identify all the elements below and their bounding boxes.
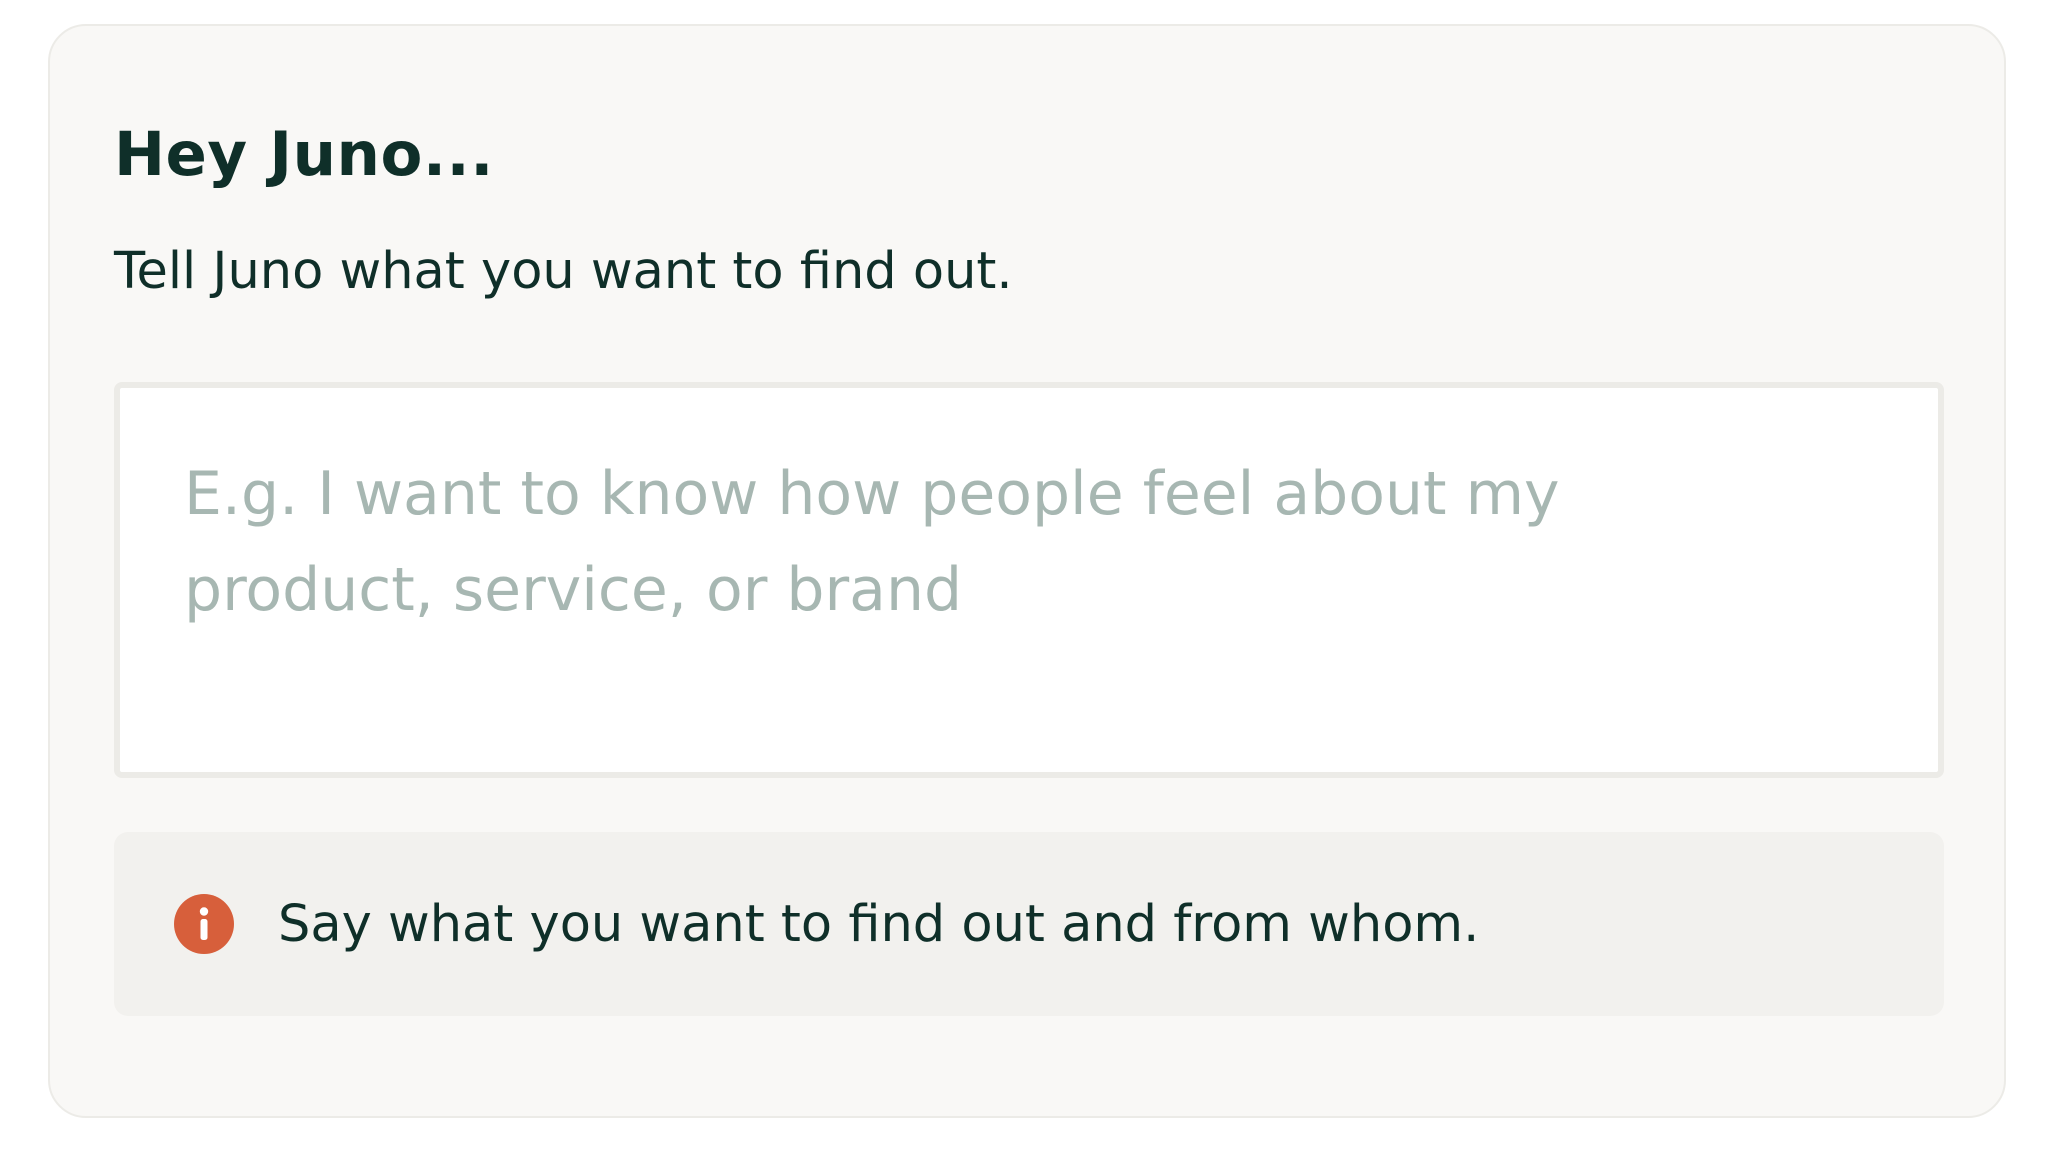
prompt-input-box <box>114 382 1944 778</box>
hint-banner: Say what you want to find out and from w… <box>114 832 1944 1016</box>
prompt-textarea[interactable] <box>120 388 1938 772</box>
page-subtitle: Tell Juno what you want to find out. <box>114 242 1013 301</box>
hint-text: Say what you want to find out and from w… <box>278 894 1480 954</box>
prompt-card: Hey Juno... Tell Juno what you want to f… <box>48 24 2006 1118</box>
info-icon <box>174 894 234 954</box>
page-title: Hey Juno... <box>114 119 494 190</box>
